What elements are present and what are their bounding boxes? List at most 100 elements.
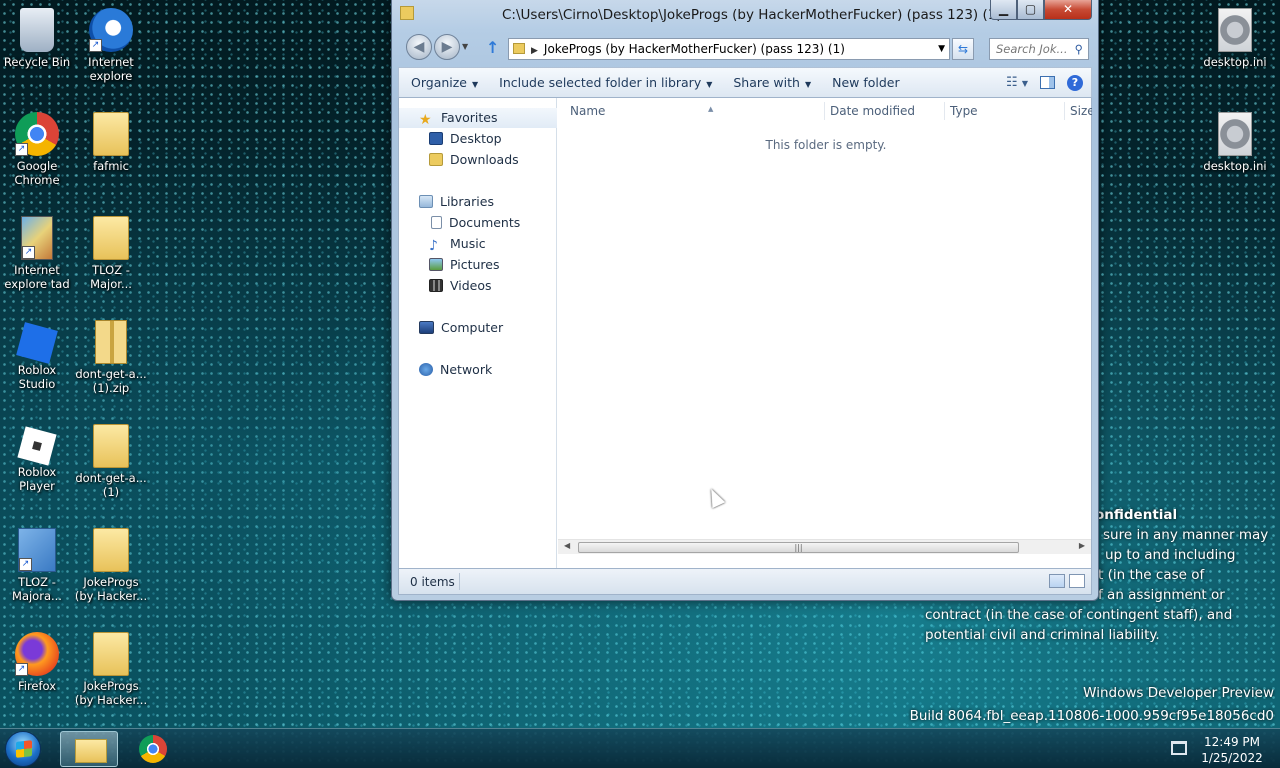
refresh-button[interactable]: ⇆ <box>952 38 974 60</box>
nav-item-favorites[interactable]: ★ Favorites <box>399 108 557 128</box>
desktop-icon-dont-get-a-zip[interactable]: dont-get-a... (1).zip <box>74 320 148 395</box>
forward-button[interactable]: ▶ <box>434 34 460 60</box>
shortcut-arrow-icon: ↗ <box>19 558 32 571</box>
confidential-line: contract (in the case of contingent staf… <box>925 607 1233 623</box>
scroll-right-arrow-icon[interactable]: ▶ <box>1079 541 1085 550</box>
settings-file-icon <box>1218 8 1252 52</box>
shortcut-arrow-icon: ↗ <box>15 143 28 156</box>
desktop-icon-firefox[interactable]: ↗ Firefox <box>0 632 74 693</box>
nav-item-libraries[interactable]: Libraries <box>399 192 557 212</box>
nav-item-downloads[interactable]: Downloads <box>399 150 557 170</box>
horizontal-scrollbar[interactable]: ◀ ||| ▶ <box>558 539 1091 554</box>
desktop-icon-internet-explore-tad[interactable]: ↗ Internet explore tad <box>0 216 74 291</box>
status-bar: 0 items <box>398 569 1092 595</box>
folder-icon <box>93 632 129 676</box>
minimize-button[interactable]: ▁ <box>990 0 1017 20</box>
pictures-icon <box>429 258 443 271</box>
desktop-icon-jokeprogs-2[interactable]: JokeProgs (by Hacker... <box>74 632 148 707</box>
nav-item-desktop[interactable]: Desktop <box>399 129 557 149</box>
desktop-icon-internet-explorer[interactable]: ↗ Internet explore <box>74 8 148 83</box>
column-header-date-modified[interactable]: Date modified <box>830 102 915 120</box>
clock-time: 12:49 PM <box>1204 735 1260 749</box>
build-watermark-title: Windows Developer Preview <box>1083 685 1274 701</box>
nav-item-computer[interactable]: Computer <box>399 318 557 338</box>
nav-item-documents[interactable]: Documents <box>399 213 557 233</box>
game-icon: ↗ <box>21 216 53 260</box>
status-divider <box>459 573 460 590</box>
desktop-icon-recycle-bin[interactable]: Recycle Bin <box>0 8 74 69</box>
empty-folder-message: This folder is empty. <box>765 138 887 152</box>
build-watermark-number: Build 8064.fbl_eeap.110806-1000.959cf95e… <box>909 708 1274 724</box>
details-view-icon[interactable] <box>1049 574 1065 588</box>
desktop-icon-jokeprogs-1[interactable]: JokeProgs (by Hacker... <box>74 528 148 603</box>
back-button[interactable]: ◀ <box>406 34 432 60</box>
navigation-bar: ◀ ▶ ▼ ↑ ▶ JokeProgs (by HackerMotherFucke… <box>392 30 1098 66</box>
desktop-icon-dont-get-a[interactable]: dont-get-a... (1) <box>74 424 148 499</box>
maximize-button[interactable]: ▢ <box>1017 0 1044 20</box>
column-header-size[interactable]: Size <box>1070 102 1092 120</box>
firefox-icon: ↗ <box>15 632 59 676</box>
view-options-button[interactable]: ☷ ▼ <box>1006 75 1028 90</box>
clock-date: 1/25/2022 <box>1201 751 1263 765</box>
title-bar[interactable]: C:\Users\Cirno\Desktop\JokeProgs (by Hac… <box>392 0 1098 30</box>
address-bar[interactable]: ▶ JokeProgs (by HackerMotherFucker) (pass… <box>508 38 950 60</box>
large-icons-view-icon[interactable] <box>1069 574 1085 588</box>
content-area: ★ Favorites Desktop Downloads Libraries D… <box>398 98 1092 569</box>
desktop-icon-desktop-ini-1[interactable]: desktop.ini <box>1198 8 1272 69</box>
column-header-name[interactable]: Name ▲ <box>570 102 826 120</box>
folder-icon <box>93 424 129 468</box>
desktop-icon-fafmic[interactable]: fafmic <box>74 112 148 173</box>
nav-item-music[interactable]: ♪ Music <box>399 234 557 254</box>
desktop-icon-desktop-ini-2[interactable]: desktop.ini <box>1198 112 1272 173</box>
column-header-type[interactable]: Type <box>950 102 978 120</box>
preview-pane-icon[interactable] <box>1040 76 1055 89</box>
include-in-library-button[interactable]: Include selected folder in library ▼ <box>487 75 721 90</box>
command-bar: Organize ▼ Include selected folder in lib… <box>398 67 1092 98</box>
taskbar-chrome-button[interactable] <box>124 731 182 767</box>
chevron-down-icon: ▼ <box>472 80 479 89</box>
taskbar-explorer-button[interactable] <box>60 731 118 767</box>
search-input[interactable]: Search Jok... ⚲ <box>989 38 1089 60</box>
new-folder-button[interactable]: New folder <box>820 75 909 90</box>
desktop-icon-google-chrome[interactable]: ↗ Google Chrome <box>0 112 74 187</box>
share-with-button[interactable]: Share with ▼ <box>721 75 820 90</box>
column-divider[interactable] <box>944 102 945 120</box>
column-divider[interactable] <box>1064 102 1065 120</box>
address-dropdown-icon[interactable]: ▼ <box>938 39 945 59</box>
network-icon <box>419 363 433 376</box>
nav-item-pictures[interactable]: Pictures <box>399 255 557 275</box>
zip-folder-icon <box>95 320 127 364</box>
desktop-icon-tloz-majora-setup[interactable]: ↗ TLOZ - Majora... <box>0 528 74 603</box>
music-icon: ♪ <box>429 238 438 254</box>
nav-item-network[interactable]: Network <box>399 360 557 380</box>
start-button[interactable] <box>5 731 41 767</box>
column-divider[interactable] <box>824 102 825 120</box>
desktop-icon-tloz-major[interactable]: TLOZ - Major... <box>74 216 148 291</box>
window-title: C:\Users\Cirno\Desktop\JokeProgs (by Hac… <box>502 7 1002 23</box>
window-controls: ▁ ▢ ✕ <box>990 0 1092 20</box>
network-tray-icon[interactable] <box>1171 741 1187 755</box>
up-arrow-icon[interactable]: ↑ <box>486 38 499 57</box>
settings-file-icon <box>1218 112 1252 156</box>
nav-item-videos[interactable]: Videos <box>399 276 557 296</box>
view-toggle <box>1049 574 1085 588</box>
recent-pages-dropdown[interactable]: ▼ <box>462 42 468 51</box>
system-clock[interactable]: 12:49 PM 1/25/2022 <box>1196 734 1268 766</box>
command-bar-right: ☷ ▼ ? <box>1006 74 1091 91</box>
computer-icon <box>419 321 434 334</box>
scroll-left-arrow-icon[interactable]: ◀ <box>564 541 570 550</box>
breadcrumb-arrow-icon[interactable]: ▶ <box>531 46 538 56</box>
desktop-icon-roblox-studio[interactable]: Roblox Studio <box>0 320 74 391</box>
item-count: 0 items <box>410 575 455 589</box>
desktop-icon-roblox-player[interactable]: Roblox Player <box>0 424 74 493</box>
close-button[interactable]: ✕ <box>1044 0 1092 20</box>
scrollbar-thumb[interactable]: ||| <box>578 542 1019 553</box>
confidential-line: potential civil and criminal liability. <box>925 627 1160 643</box>
videos-icon <box>429 279 443 292</box>
breadcrumb-current[interactable]: JokeProgs (by HackerMotherFucker) (pass … <box>544 42 845 56</box>
organize-button[interactable]: Organize ▼ <box>399 75 487 90</box>
folder-icon <box>400 6 414 20</box>
explorer-window: C:\Users\Cirno\Desktop\JokeProgs (by Hac… <box>391 0 1099 601</box>
help-icon[interactable]: ? <box>1067 74 1083 91</box>
navigation-pane: ★ Favorites Desktop Downloads Libraries D… <box>399 98 557 568</box>
